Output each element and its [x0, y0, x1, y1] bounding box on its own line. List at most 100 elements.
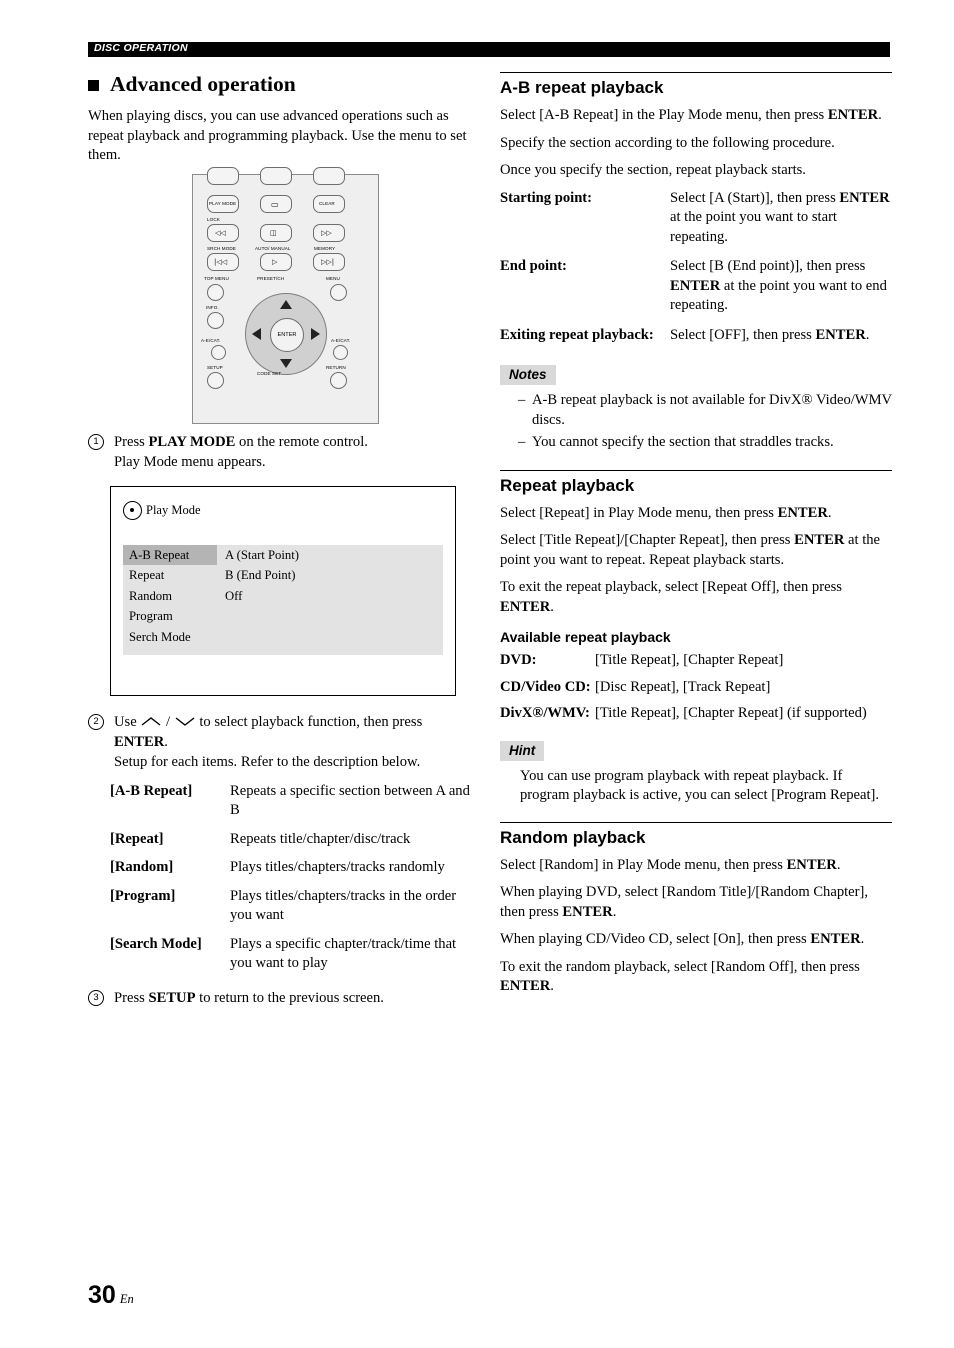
- section-header-label: DISC OPERATION: [94, 42, 188, 54]
- navigation-dpad: ENTER: [245, 292, 327, 375]
- row-value-enter: ENTER: [815, 326, 866, 343]
- dpad-right-icon: [311, 327, 320, 340]
- info-button: [207, 311, 224, 329]
- remote-top-button-1: [207, 166, 239, 185]
- section-header-bar: DISC OPERATION: [88, 42, 890, 57]
- page-footer: 30 En: [88, 1281, 134, 1310]
- random-p1-c: .: [836, 856, 841, 873]
- osd-right-list: A (Start Point) B (End Point) Off: [225, 545, 299, 607]
- row-value-a: Select [A (Start)], then press: [670, 189, 840, 206]
- setup-label: SETUP: [207, 364, 223, 370]
- random-p2-c: .: [612, 903, 617, 920]
- dpad-left-icon: [252, 327, 261, 340]
- random-paragraph-4: To exit the random playback, select [Ran…: [500, 958, 892, 997]
- ab-repeat-row-starting-point: Starting point: Select [A (Start)], then…: [500, 189, 892, 248]
- osd-item-random[interactable]: Random: [123, 586, 217, 607]
- remote-top-button-2: [260, 166, 292, 185]
- row-label: DVD:: [500, 652, 537, 668]
- osd-item-serch-mode[interactable]: Serch Mode: [123, 627, 217, 648]
- osd-option-off[interactable]: Off: [225, 586, 299, 607]
- osd-item-repeat[interactable]: Repeat: [123, 565, 217, 586]
- page-number: 30: [88, 1281, 116, 1309]
- definition-term: [Repeat]: [110, 830, 164, 847]
- repeat-p3-enter: ENTER: [500, 598, 551, 615]
- repeat-paragraph-2: Select [Title Repeat]/[Chapter Repeat], …: [500, 531, 892, 570]
- osd-item-ab-repeat[interactable]: A-B Repeat: [123, 544, 217, 565]
- random-p4-c: .: [550, 978, 554, 994]
- page-title: Advanced operation: [88, 72, 478, 97]
- enter-button: ENTER: [270, 317, 304, 352]
- random-paragraph-3: When playing CD/Video CD, select [On], t…: [500, 930, 892, 950]
- divider: [500, 72, 892, 73]
- bullet-square-icon: [88, 80, 99, 91]
- hint-tag: Hint: [500, 740, 545, 761]
- page-title-text: Advanced operation: [110, 72, 296, 96]
- repeat-paragraph-1: Select [Repeat] in Play Mode menu, then …: [500, 504, 892, 524]
- step-1: 1 Press PLAY MODE on the remote control.…: [88, 432, 478, 472]
- dpad-down-icon: [280, 358, 292, 368]
- note-item: – A-B repeat playback is not available f…: [518, 391, 892, 430]
- ae-cat-right-button: [333, 344, 348, 360]
- repeat-paragraph-3: To exit the repeat playback, select [Rep…: [500, 578, 892, 617]
- step-2-line2: Setup for each items. Refer to the descr…: [114, 753, 421, 770]
- page-language: En: [119, 1292, 134, 1306]
- hint-text: You can use program playback with repeat…: [520, 767, 880, 804]
- repeat-p3-c: .: [550, 598, 554, 615]
- remote-body: PLAY MODE ▭ CLEAR LOCK ◁◁ ◫ ▷▷ SRCH MODE…: [192, 166, 379, 424]
- divider: [500, 469, 892, 471]
- remote-top-button-3: [313, 166, 345, 185]
- definition-term: [Random]: [110, 859, 174, 875]
- setup-button: [207, 371, 224, 389]
- row-label: Exiting repeat playback:: [500, 326, 654, 343]
- note-text: You cannot specify the section that stra…: [532, 434, 834, 450]
- step-2-text-b: /: [162, 713, 174, 730]
- disc-icon: [123, 500, 142, 520]
- right-column: A-B repeat playback Select [A-B Repeat] …: [500, 72, 892, 1005]
- remote-control-illustration: PLAY MODE ▭ CLEAR LOCK ◁◁ ◫ ▷▷ SRCH MODE…: [88, 166, 478, 426]
- notes-tag: Notes: [500, 365, 556, 385]
- return-button: [330, 371, 347, 389]
- note-dash: –: [518, 392, 526, 408]
- row-value-c: .: [865, 326, 870, 343]
- ab-repeat-row-exiting: Exiting repeat playback: Select [OFF], t…: [500, 326, 892, 346]
- definition-row: [Repeat] Repeats title/chapter/disc/trac…: [110, 830, 478, 850]
- available-repeat-row-divx-wmv: DivX®/WMV: [Title Repeat], [Chapter Repe…: [500, 704, 892, 724]
- ab-p1-c: .: [878, 107, 882, 123]
- step-1-number: 1: [88, 433, 104, 450]
- osd-option-b-end-point[interactable]: B (End Point): [225, 565, 299, 586]
- row-label: DivX®/WMV:: [500, 705, 590, 721]
- definition-desc: Repeats title/chapter/disc/track: [230, 830, 411, 847]
- row-value: Select [A (Start)], then press ENTER at …: [670, 189, 892, 248]
- heading-ab-repeat-playback: A-B repeat playback: [500, 78, 664, 97]
- left-column: Advanced operation When playing discs, y…: [88, 72, 478, 1012]
- available-repeat-row-cd-video-cd: CD/Video CD: [Disc Repeat], [Track Repea…: [500, 678, 892, 698]
- row-value: [Title Repeat], [Chapter Repeat] (if sup…: [595, 705, 867, 721]
- dpad-up-icon: [280, 299, 292, 309]
- top-menu-label: TOP MENU: [204, 275, 229, 281]
- intro-paragraph: When playing discs, you can use advanced…: [88, 108, 467, 163]
- step-2-enter: ENTER: [114, 733, 165, 750]
- definition-row: [Random] Plays titles/chapters/tracks ra…: [110, 858, 478, 878]
- definition-term: [A-B Repeat]: [110, 782, 193, 799]
- preset-ch-label: PRESET/CH: [257, 275, 285, 281]
- ab-repeat-paragraph-2: Specify the section according to the fol…: [500, 134, 835, 151]
- ae-cat-left-button: [211, 344, 226, 360]
- step-3-text-c: to return to the previous screen.: [195, 989, 384, 1006]
- playback-function-list: [A-B Repeat] Repeats a specific section …: [110, 782, 478, 974]
- random-p4-a: To exit the random playback, select [Ran…: [500, 958, 860, 975]
- random-p3-c: .: [860, 931, 865, 947]
- step-3-number: 3: [88, 989, 104, 1006]
- row-label: End point:: [500, 258, 567, 274]
- definition-desc: Plays a specific chapter/track/time that…: [230, 935, 457, 972]
- heading-random-playback: Random playback: [500, 827, 646, 847]
- memory-label: MEMORY: [314, 245, 336, 251]
- random-p1-enter: ENTER: [786, 856, 837, 873]
- step-1-line2: Play Mode menu appears.: [114, 453, 266, 470]
- osd-item-program[interactable]: Program: [123, 606, 217, 627]
- ab-p1-a: Select [A-B Repeat] in the Play Mode men…: [500, 107, 828, 123]
- arrow-up-icon: [141, 716, 161, 726]
- info-label: INFO.: [206, 304, 219, 310]
- manual-page: DISC OPERATION Advanced operation When p…: [0, 0, 954, 1348]
- osd-option-a-start-point[interactable]: A (Start Point): [225, 545, 299, 566]
- ae-cat-right-label: A-E/CAT.: [331, 337, 351, 343]
